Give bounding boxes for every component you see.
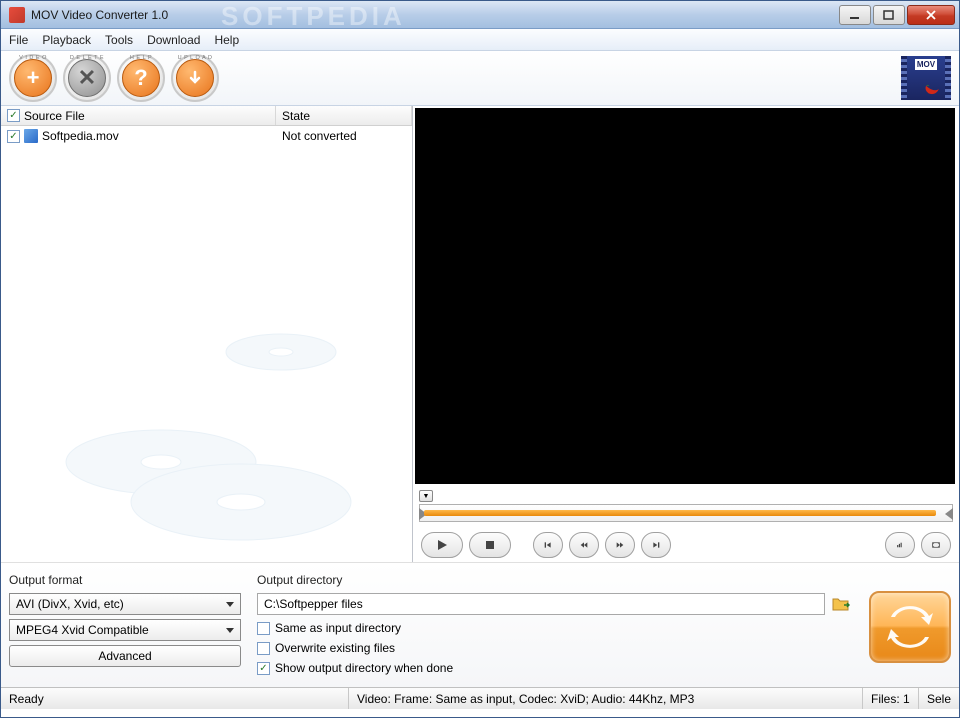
app-icon <box>9 7 25 23</box>
show-output-label: Show output directory when done <box>275 661 453 675</box>
skip-forward-button[interactable] <box>641 532 671 558</box>
output-directory-group: Output directory C:\Softpepper files Sam… <box>257 573 853 681</box>
delete-label: D E L E T E <box>70 55 104 61</box>
delete-button[interactable]: ✕ D E L E T E <box>63 54 111 102</box>
file-icon <box>24 129 38 143</box>
same-as-input-checkbox[interactable] <box>257 622 270 635</box>
same-as-input-label: Same as input directory <box>275 621 401 635</box>
add-video-label: V I D E O <box>19 55 47 61</box>
upload-button[interactable]: U P L O A D <box>171 54 219 102</box>
status-ready: Ready <box>1 688 349 709</box>
output-format-label: Output format <box>9 573 241 587</box>
close-button[interactable] <box>907 5 955 25</box>
mov-logo-icon: MOV <box>901 56 951 100</box>
help-button[interactable]: ? H E L P <box>117 54 165 102</box>
bottom-panel: Output format AVI (DivX, Xvid, etc) MPEG… <box>1 562 959 687</box>
overwrite-checkbox[interactable] <box>257 642 270 655</box>
menu-download[interactable]: Download <box>147 33 200 47</box>
volume-button[interactable] <box>885 532 915 558</box>
preview-panel: ▼ <box>413 106 959 562</box>
forward-button[interactable] <box>605 532 635 558</box>
table-header: Source File State <box>1 106 412 126</box>
aspect-button[interactable] <box>921 532 951 558</box>
menu-playback[interactable]: Playback <box>42 33 91 47</box>
menu-help[interactable]: Help <box>214 33 239 47</box>
minimize-button[interactable] <box>839 5 871 25</box>
video-preview[interactable] <box>415 108 955 484</box>
output-directory-label: Output directory <box>257 573 853 587</box>
advanced-button[interactable]: Advanced <box>9 645 241 667</box>
toolbar: + V I D E O ✕ D E L E T E ? H E L P U P … <box>1 51 959 106</box>
main-area: Source File State Softpedia.mov Not conv… <box>1 106 959 562</box>
output-format-group: Output format AVI (DivX, Xvid, etc) MPEG… <box>9 573 241 681</box>
file-state: Not converted <box>276 127 412 145</box>
browse-folder-button[interactable] <box>829 593 853 615</box>
file-list-panel: Source File State Softpedia.mov Not conv… <box>1 106 413 562</box>
rewind-button[interactable] <box>569 532 599 558</box>
status-selection: Sele <box>919 688 959 709</box>
container-select[interactable]: AVI (DivX, Xvid, etc) <box>9 593 241 615</box>
stop-button[interactable] <box>469 532 511 558</box>
codec-select[interactable]: MPEG4 Xvid Compatible <box>9 619 241 641</box>
menu-tools[interactable]: Tools <box>105 33 133 47</box>
status-video-info: Video: Frame: Same as input, Codec: XviD… <box>349 688 863 709</box>
upload-label: U P L O A D <box>178 55 213 61</box>
titlebar: SOFTPEDIA MOV Video Converter 1.0 <box>1 1 959 29</box>
select-all-checkbox[interactable] <box>7 109 20 122</box>
skip-back-button[interactable] <box>533 532 563 558</box>
play-button[interactable] <box>421 532 463 558</box>
menu-file[interactable]: File <box>9 33 28 47</box>
discs-background-icon <box>31 312 391 552</box>
output-directory-input[interactable]: C:\Softpepper files <box>257 593 825 615</box>
window-title: MOV Video Converter 1.0 <box>31 8 837 22</box>
status-file-count: Files: 1 <box>863 688 919 709</box>
column-state[interactable]: State <box>276 106 412 125</box>
playback-controls <box>413 528 959 562</box>
add-video-button[interactable]: + V I D E O <box>9 54 57 102</box>
row-checkbox[interactable] <box>7 130 20 143</box>
menubar: File Playback Tools Download Help <box>1 29 959 51</box>
show-output-checkbox[interactable] <box>257 662 270 675</box>
seek-marker[interactable]: ▼ <box>419 488 953 502</box>
seek-bar[interactable] <box>419 504 953 522</box>
column-source[interactable]: Source File <box>1 106 276 125</box>
help-label: H E L P <box>130 55 152 61</box>
overwrite-label: Overwrite existing files <box>275 641 395 655</box>
statusbar: Ready Video: Frame: Same as input, Codec… <box>1 687 959 709</box>
convert-button[interactable] <box>869 591 951 663</box>
file-name: Softpedia.mov <box>42 129 119 143</box>
maximize-button[interactable] <box>873 5 905 25</box>
table-row[interactable]: Softpedia.mov Not converted <box>1 126 412 146</box>
